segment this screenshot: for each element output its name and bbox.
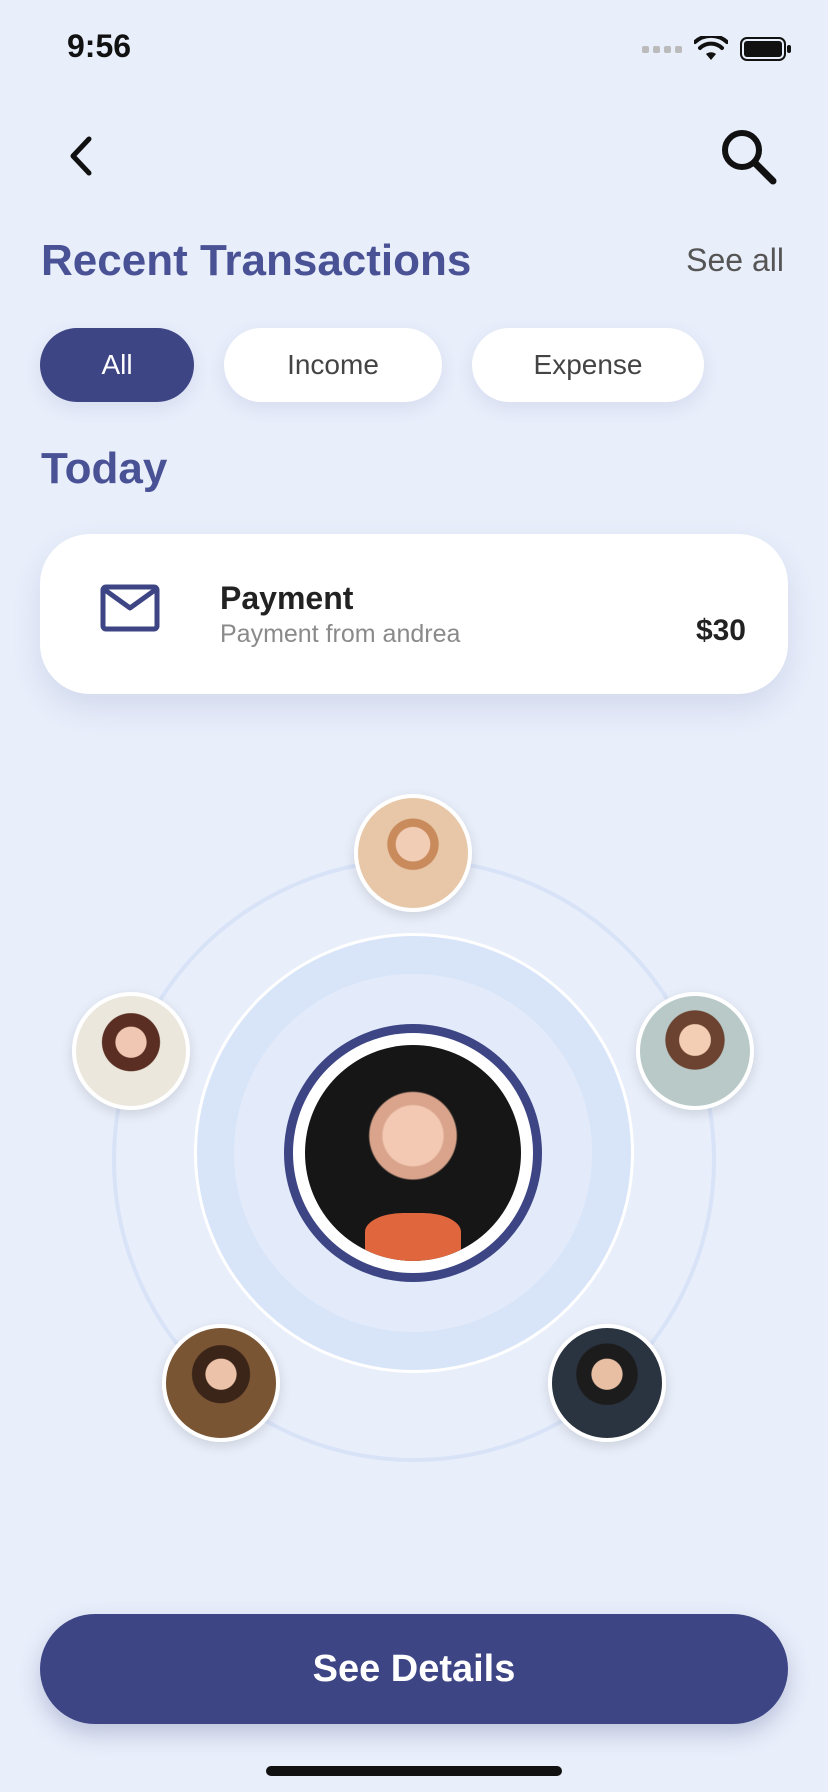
battery-icon [740, 37, 791, 61]
chevron-left-icon [70, 136, 92, 176]
search-button[interactable] [716, 124, 780, 188]
see-all-link[interactable]: See all [686, 242, 784, 279]
see-details-button[interactable]: See Details [40, 1614, 788, 1724]
mail-icon [100, 584, 160, 632]
transaction-subtitle: Payment from andrea [220, 620, 461, 648]
avatar-right[interactable] [636, 992, 754, 1110]
signal-icon [642, 45, 682, 53]
group-label: Today [41, 444, 168, 493]
avatar-left[interactable] [72, 992, 190, 1110]
avatar-center[interactable] [305, 1045, 521, 1261]
transaction-amount: $30 [695, 614, 746, 647]
transaction-title: Payment [220, 580, 354, 616]
back-button[interactable] [52, 128, 108, 184]
status-time: 9:56 [67, 28, 132, 64]
filter-income[interactable]: Income [224, 328, 442, 402]
section-title: Recent Transactions [41, 236, 472, 285]
filter-expense[interactable]: Expense [472, 328, 704, 402]
filter-all[interactable]: All [40, 328, 194, 402]
avatar-top[interactable] [354, 794, 472, 912]
avatar-bottom-left[interactable] [162, 1324, 280, 1442]
avatar-bottom-right[interactable] [548, 1324, 666, 1442]
wifi-icon [694, 36, 728, 60]
status-icons [642, 36, 792, 62]
search-icon [722, 130, 777, 185]
transaction-card[interactable]: Payment Payment from andrea $30 [40, 534, 788, 694]
home-indicator [266, 1766, 562, 1776]
